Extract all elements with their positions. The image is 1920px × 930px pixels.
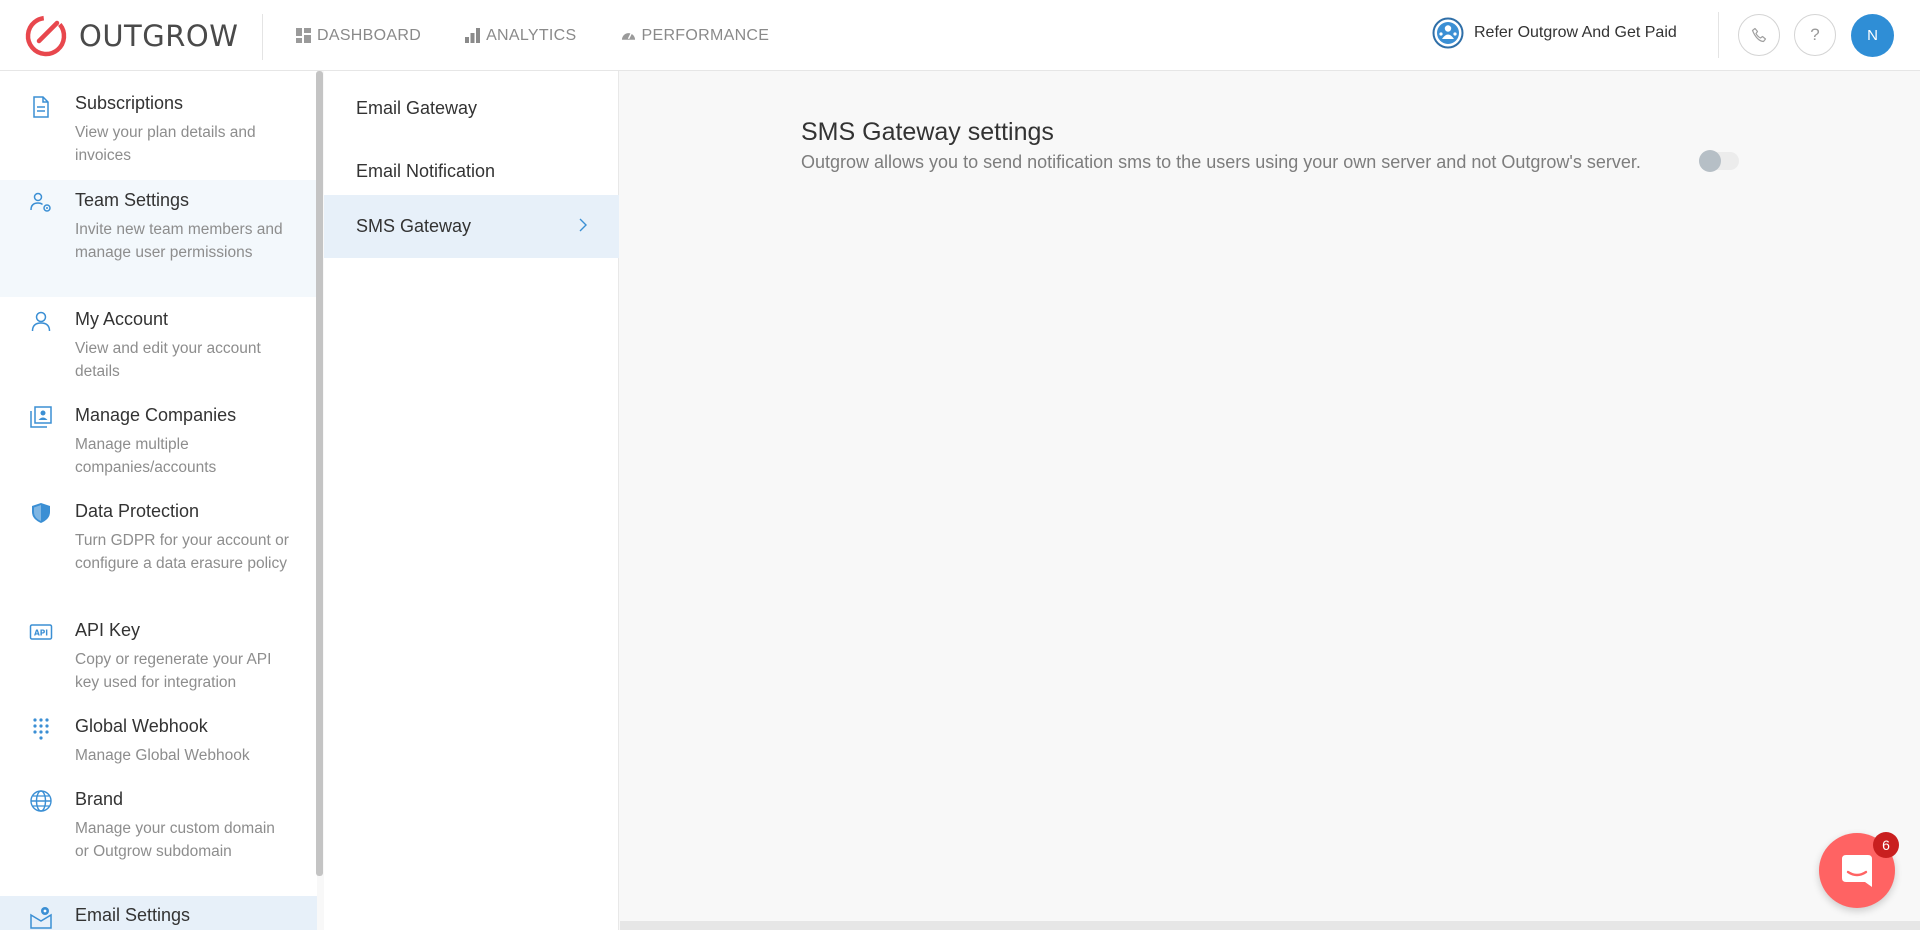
chevron-right-icon — [579, 218, 587, 232]
chat-icon — [1842, 854, 1872, 887]
top-bar: OUTGROW DASHBOARD ANALYTICS PERFORMANCE — [0, 0, 1920, 71]
toggle-knob — [1699, 150, 1721, 172]
outgrow-logo[interactable]: OUTGROW — [24, 14, 238, 58]
sidebar-item-title: Brand — [75, 789, 124, 809]
sidebar-item-title: Manage Companies — [75, 405, 237, 425]
horizontal-scrollbar[interactable] — [620, 921, 1920, 930]
sidebar-item-desc: View and edit your account details — [75, 340, 261, 380]
gauge-icon — [621, 32, 635, 40]
chat-badge-count: 6 — [1882, 837, 1890, 853]
divider — [1718, 12, 1719, 58]
submenu-item-sms-gateway[interactable]: SMS Gateway — [324, 195, 619, 258]
sidebar-item-brand[interactable]: Brand Manage your custom domain or Outgr… — [0, 789, 317, 881]
settings-sidebar: Subscriptions View your plan details and… — [0, 71, 317, 930]
avatar[interactable]: N — [1851, 14, 1894, 57]
sidebar-item-title: Team Settings — [75, 190, 190, 210]
sidebar-item-my-account[interactable]: My Account View and edit your account de… — [0, 309, 317, 380]
bar-chart-icon — [465, 28, 481, 43]
refer-link[interactable]: Refer Outgrow And Get Paid — [1432, 17, 1677, 49]
nav-dashboard[interactable]: DASHBOARD — [296, 27, 421, 45]
nav-performance-label: PERFORMANCE — [641, 26, 770, 44]
sidebar-item-title: Email Settings — [75, 905, 191, 925]
outgrow-logo-icon — [25, 15, 67, 57]
sidebar-item-api-key[interactable]: API API Key Copy or regenerate your API … — [0, 620, 317, 691]
api-icon: API — [29, 624, 53, 640]
sidebar-item-desc: Manage your custom domain or Outgrow sub… — [75, 820, 275, 860]
chat-unread-badge: 6 — [1873, 832, 1899, 858]
sms-gateway-toggle[interactable] — [1699, 150, 1739, 172]
nav-analytics-label: ANALYTICS — [486, 26, 577, 44]
user-icon — [31, 311, 51, 332]
sidebar-item-manage-companies[interactable]: Manage Companies Manage multiple compani… — [0, 405, 317, 476]
sidebar-item-desc: Copy or regenerate your API key used for… — [75, 651, 272, 691]
sidebar-item-global-webhook[interactable]: Global Webhook Manage Global Webhook — [0, 716, 317, 766]
sidebar-scrollbar[interactable] — [316, 71, 323, 876]
team-settings-icon — [30, 192, 51, 212]
page-description: Outgrow allows you to send notification … — [801, 152, 1641, 172]
sidebar-item-subscriptions[interactable]: Subscriptions View your plan details and… — [0, 93, 317, 189]
submenu-item-label: Email Notification — [356, 161, 496, 181]
logo-text: OUTGROW — [79, 19, 239, 53]
help-button[interactable]: ? — [1794, 14, 1836, 56]
sidebar-item-title: Data Protection — [75, 501, 200, 521]
email-settings-submenu: Email Gateway Email Notification SMS Gat… — [324, 71, 619, 930]
sidebar-item-desc: Manage Global Webhook — [75, 747, 250, 764]
submenu-item-label: Email Gateway — [356, 98, 478, 118]
shield-icon — [32, 503, 50, 523]
document-icon — [33, 96, 49, 118]
sidebar-item-title: Global Webhook — [75, 716, 208, 736]
sidebar-item-title: My Account — [75, 309, 169, 329]
sidebar-item-team-settings[interactable]: Team Settings Invite new team members an… — [0, 180, 317, 297]
sidebar-item-email-settings[interactable]: Email Settings — [0, 896, 317, 930]
submenu-item-email-notification[interactable]: Email Notification — [324, 140, 619, 203]
email-settings-icon — [30, 907, 52, 929]
phone-button[interactable] — [1738, 14, 1780, 56]
sidebar-item-data-protection[interactable]: Data Protection Turn GDPR for your accou… — [0, 501, 317, 593]
phone-icon — [1751, 27, 1767, 43]
help-icon: ? — [1810, 25, 1820, 44]
submenu-item-email-gateway[interactable]: Email Gateway — [324, 77, 619, 140]
dashboard-icon — [296, 28, 311, 43]
globe-icon — [30, 790, 52, 812]
nav-dashboard-label: DASHBOARD — [317, 26, 422, 44]
sidebar-item-title: API Key — [75, 620, 141, 640]
divider — [262, 14, 263, 60]
sidebar-item-desc: Manage multiple companies/accounts — [75, 436, 217, 476]
main-nav: DASHBOARD ANALYTICS PERFORMANCE — [296, 0, 813, 71]
sidebar-item-title: Subscriptions — [75, 93, 184, 113]
sidebar-item-desc: View your plan details and invoices — [75, 124, 256, 164]
avatar-initial: N — [1867, 27, 1878, 44]
refer-label: Refer Outgrow And Get Paid — [1474, 24, 1677, 41]
sidebar-item-desc: Invite new team members and manage user … — [75, 221, 283, 261]
webhook-grid-icon — [33, 718, 49, 740]
sidebar-item-desc: Turn GDPR for your account or configure … — [75, 532, 289, 572]
nav-analytics[interactable]: ANALYTICS — [465, 27, 576, 45]
nav-performance[interactable]: PERFORMANCE — [621, 27, 770, 45]
svg-text:API: API — [34, 629, 48, 638]
submenu-item-label: SMS Gateway — [356, 216, 472, 236]
page-title: SMS Gateway settings — [801, 118, 1054, 146]
referral-icon — [1432, 17, 1464, 49]
companies-icon — [30, 406, 52, 428]
